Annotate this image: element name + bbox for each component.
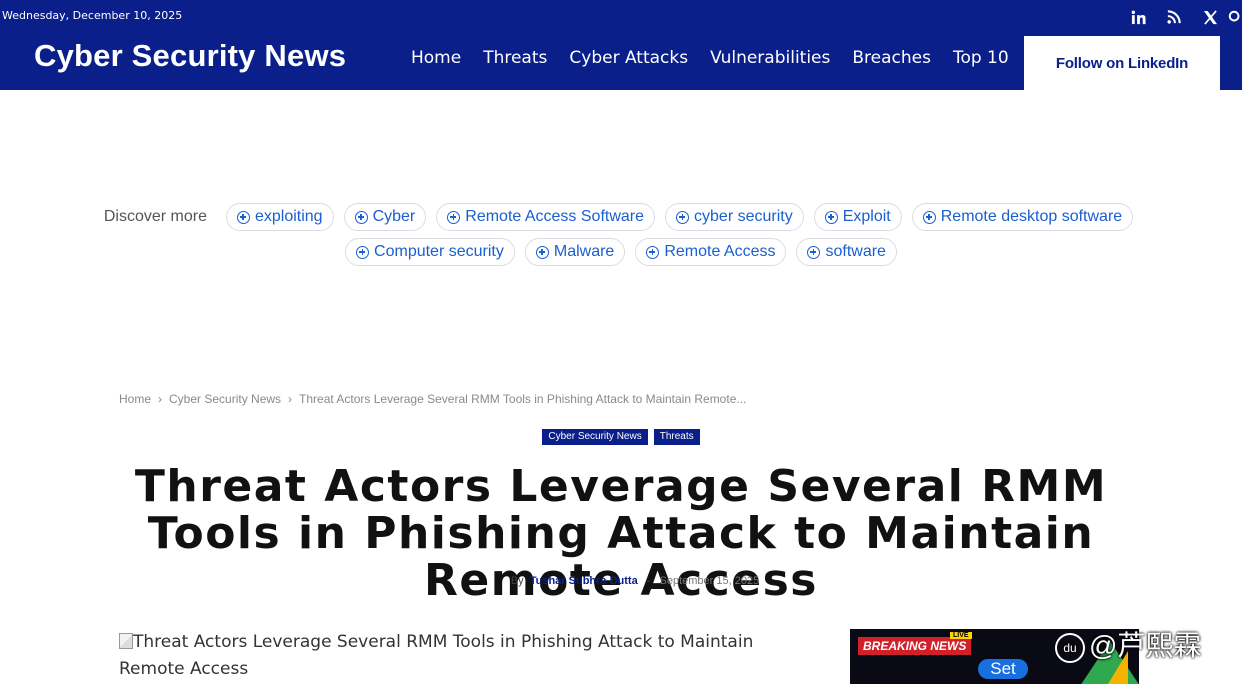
- follow-linkedin-button[interactable]: Follow on LinkedIn: [1024, 36, 1220, 90]
- category-tag[interactable]: Cyber Security News: [542, 429, 648, 445]
- chip-label: cyber security: [694, 208, 793, 225]
- author-link[interactable]: Tushar Subhra Dutta: [530, 575, 638, 587]
- discover-chip[interactable]: Exploit: [813, 203, 902, 231]
- header-date: Wednesday, December 10, 2025: [2, 9, 183, 22]
- nav-home[interactable]: Home: [411, 48, 461, 68]
- image-alt-text: Threat Actors Leverage Several RMM Tools…: [119, 632, 754, 679]
- plus-circle-icon: [646, 245, 660, 259]
- article-byline: By Tushar Subhra Dutta - September 15, 2…: [0, 575, 1242, 587]
- publish-date: September 15, 2025: [659, 575, 760, 587]
- discover-row-1: Discover more exploiting Cyber Remote Ac…: [0, 203, 1242, 231]
- broken-image-icon: [119, 633, 133, 649]
- chip-label: Computer security: [374, 243, 504, 260]
- site-header: Wednesday, December 10, 2025 Cyber Secur…: [0, 0, 1242, 90]
- category-tags: Cyber Security News Threats: [0, 429, 1242, 445]
- plus-circle-icon: [676, 210, 690, 224]
- paw-logo-icon: du: [1055, 632, 1085, 663]
- live-badge: LIVE: [950, 632, 972, 639]
- chip-label: Remote Access Software: [465, 208, 645, 225]
- chip-label: Malware: [553, 243, 615, 260]
- social-links: [1120, 7, 1242, 27]
- breadcrumb: Home › Cyber Security News › Threat Acto…: [119, 392, 746, 406]
- plus-circle-icon: [824, 210, 838, 224]
- plus-circle-icon: [535, 245, 549, 259]
- breadcrumb-category[interactable]: Cyber Security News: [169, 392, 281, 406]
- chip-label: software: [825, 243, 886, 260]
- plus-circle-icon: [922, 210, 936, 224]
- discover-chip[interactable]: Remote Access Software: [436, 203, 656, 231]
- plus-circle-icon: [356, 245, 370, 259]
- watermark: du @芦熙霖: [1055, 624, 1201, 664]
- breaking-news-badge: BREAKING NEWS: [858, 637, 972, 655]
- nav-vulnerabilities[interactable]: Vulnerabilities: [710, 48, 830, 68]
- plus-circle-icon: [807, 245, 821, 259]
- discover-row-2: Computer security Malware Remote Access …: [0, 238, 1242, 266]
- discover-chip[interactable]: Remote Access: [635, 238, 787, 266]
- rss-icon[interactable]: [1156, 7, 1192, 27]
- x-icon[interactable]: [1192, 7, 1228, 27]
- chip-label: exploiting: [254, 208, 323, 225]
- discover-chip[interactable]: Cyber: [343, 203, 427, 231]
- article-featured-image: Threat Actors Leverage Several RMM Tools…: [119, 629, 809, 683]
- plus-circle-icon: [354, 210, 368, 224]
- discover-label: Discover more: [103, 208, 207, 225]
- linkedin-icon[interactable]: [1120, 7, 1156, 27]
- watermark-text: @芦熙霖: [1089, 630, 1202, 661]
- breadcrumb-current: Threat Actors Leverage Several RMM Tools…: [299, 392, 747, 406]
- discover-chip[interactable]: exploiting: [225, 203, 334, 231]
- discover-chip[interactable]: cyber security: [665, 203, 804, 231]
- plus-circle-icon: [447, 210, 461, 224]
- chip-label: Exploit: [842, 208, 891, 225]
- nav-breaches[interactable]: Breaches: [852, 48, 931, 68]
- category-tag[interactable]: Threats: [653, 429, 700, 445]
- chevron-right-icon: ›: [158, 392, 163, 406]
- chevron-right-icon: ›: [288, 392, 293, 406]
- chip-label: Remote Access: [664, 243, 776, 260]
- byline-separator: -: [646, 575, 651, 587]
- nav-cyber-attacks[interactable]: Cyber Attacks: [569, 48, 688, 68]
- discover-chip[interactable]: Malware: [524, 238, 626, 266]
- discover-chip[interactable]: Computer security: [345, 238, 515, 266]
- main-nav: Home Threats Cyber Attacks Vulnerabiliti…: [400, 48, 1020, 68]
- search-icon[interactable]: [1228, 7, 1242, 27]
- discover-more: Discover more exploiting Cyber Remote Ac…: [0, 203, 1242, 266]
- nav-threats[interactable]: Threats: [483, 48, 547, 68]
- chip-label: Remote desktop software: [940, 208, 1123, 225]
- site-logo[interactable]: Cyber Security News: [34, 38, 346, 74]
- plus-circle-icon: [236, 210, 250, 224]
- ad-set-button[interactable]: Set: [978, 659, 1028, 679]
- discover-chip[interactable]: software: [796, 238, 897, 266]
- chip-label: Cyber: [372, 208, 416, 225]
- nav-top-10[interactable]: Top 10: [953, 48, 1009, 68]
- discover-chip[interactable]: Remote desktop software: [911, 203, 1134, 231]
- byline-by: By: [510, 575, 524, 587]
- breadcrumb-home[interactable]: Home: [119, 392, 151, 406]
